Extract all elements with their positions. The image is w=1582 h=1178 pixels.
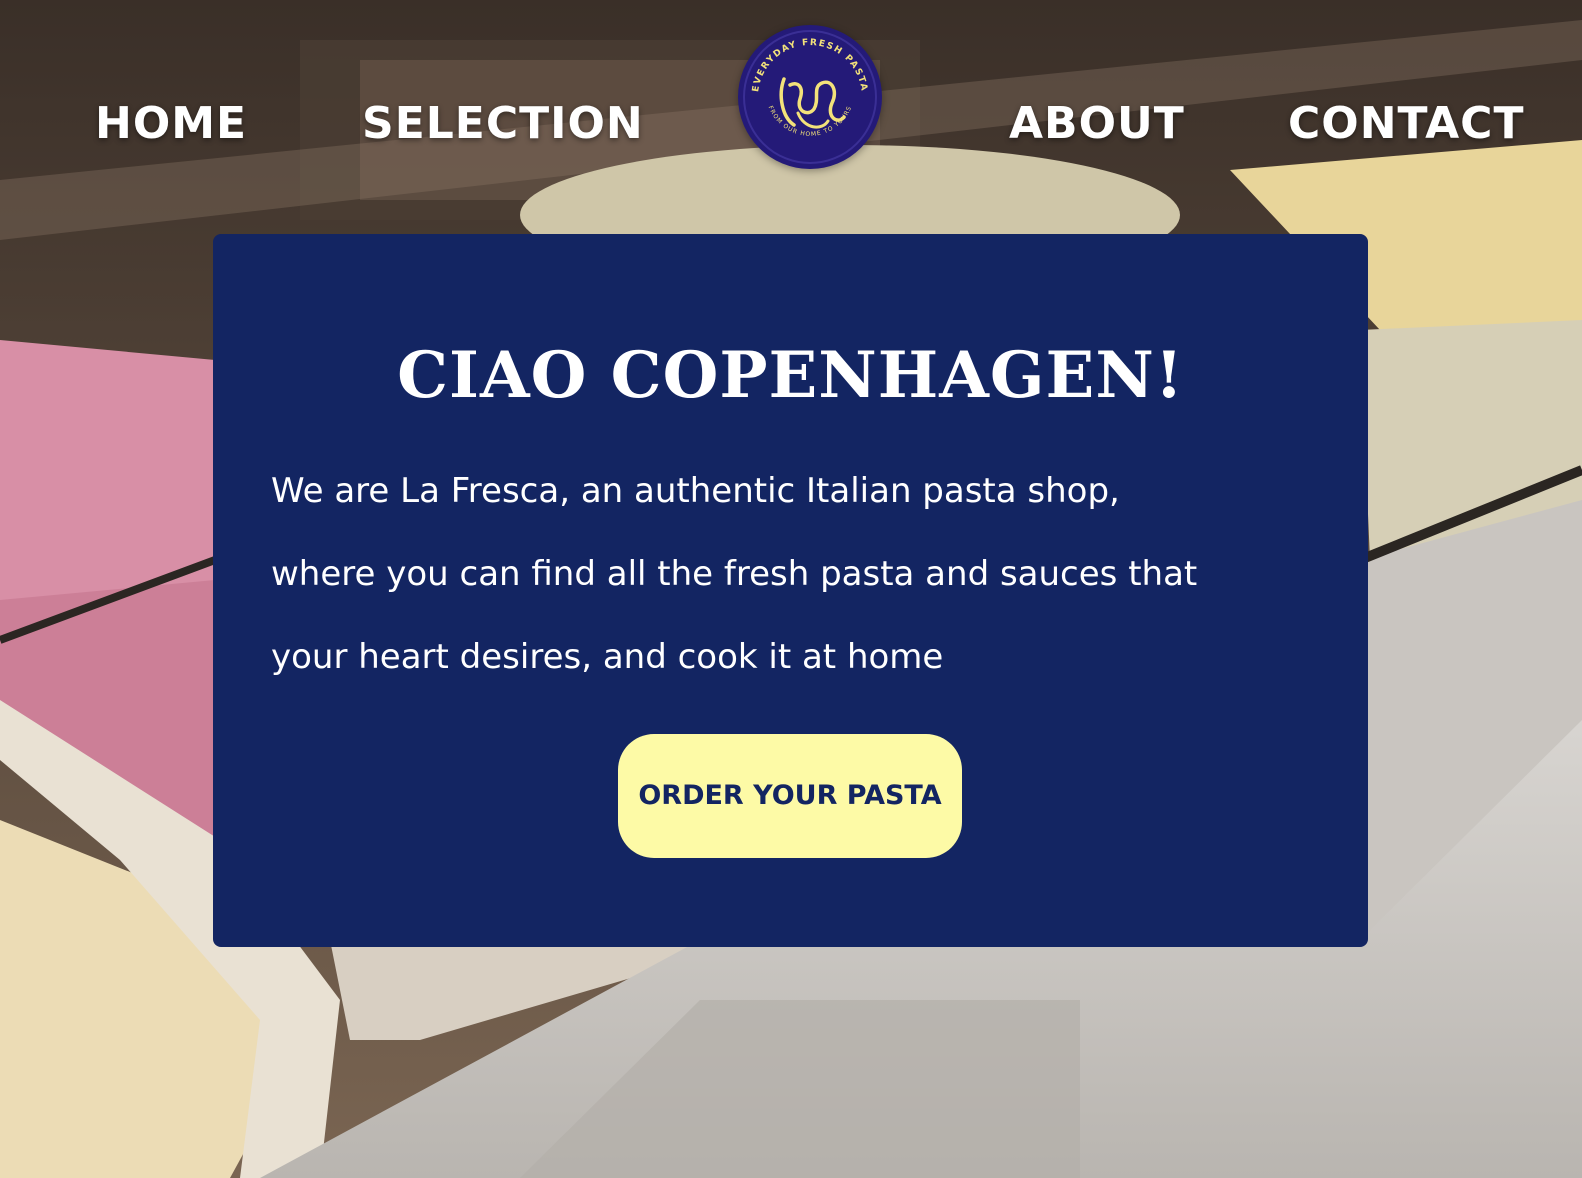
main-navigation: HOME SELECTION EVERYDAY FRESH PASTA FROM… — [0, 0, 1582, 240]
nav-home-link[interactable]: HOME — [95, 98, 247, 149]
hero-description-line: We are La Fresca, an authentic Italian p… — [271, 471, 1120, 511]
nav-about-link[interactable]: ABOUT — [1009, 98, 1185, 149]
nav-contact-link[interactable]: CONTACT — [1288, 98, 1524, 149]
order-your-pasta-button[interactable]: ORDER YOUR PASTA — [618, 734, 962, 858]
hero-description-line: your heart desires, and cook it at home — [271, 637, 944, 677]
la-fresca-logo-icon[interactable]: EVERYDAY FRESH PASTA FROM OUR HOME TO YO… — [738, 25, 882, 169]
hero-card: CIAO COPENHAGEN! We are La Fresca, an au… — [213, 234, 1368, 947]
hero-title: CIAO COPENHAGEN! — [397, 338, 1184, 413]
hero-description: We are La Fresca, an authentic Italian p… — [271, 450, 1321, 699]
nav-selection-link[interactable]: SELECTION — [362, 98, 644, 149]
hero-description-line: where you can find all the fresh pasta a… — [271, 554, 1198, 594]
